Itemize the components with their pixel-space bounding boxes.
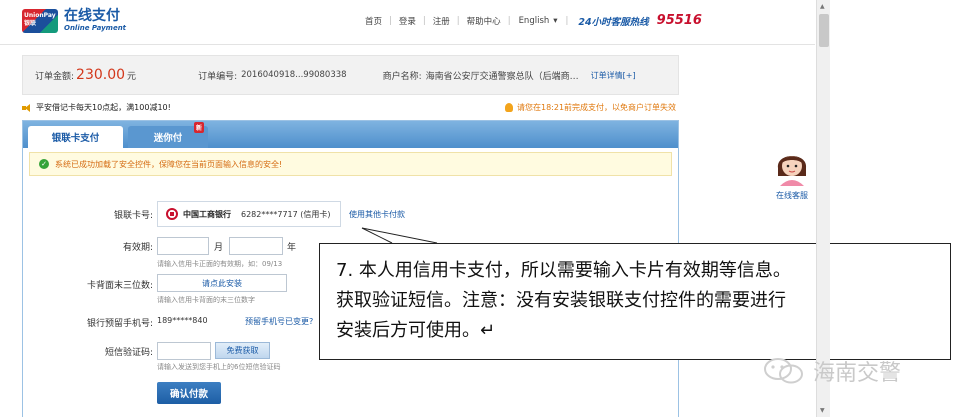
year-unit: 年 [287, 243, 297, 253]
order-summary: 订单金额: 230.00 元 订单编号: 2016040918...990803… [22, 55, 679, 95]
scroll-up-icon[interactable]: ▲ [820, 3, 825, 10]
scroll-down-icon[interactable]: ▼ [820, 407, 825, 414]
deadline-notice: 请您在18:21前完成支付，以免商户订单失效 [505, 102, 676, 113]
order-number: 2016040918...99080338 [241, 70, 347, 80]
online-service[interactable]: 在线客服 [770, 146, 814, 201]
install-control-button[interactable]: 请点此安装 [157, 274, 287, 292]
check-icon: ✓ [39, 159, 49, 169]
unionpay-logo[interactable]: UnionPay 银联 在线支付 Online Payment [22, 8, 126, 34]
promo-notice: 平安借记卡每天10点起，满100减10! [22, 102, 171, 113]
callout-line-2: 获取验证短信。注意：没有安装银联支付控件的需要进行 [336, 290, 786, 311]
currency-unit: 元 [127, 71, 137, 82]
order-number-label: 订单编号: [198, 71, 238, 82]
promo-text: 平安借记卡每天10点起，满100减10! [36, 103, 171, 112]
watermark-text: 海南交警 [813, 361, 902, 386]
callout-line-1: 7. 本人用信用卡支付，所以需要输入卡片有效期等信息。 [336, 260, 791, 281]
chevron-down-icon: ▾ [553, 15, 558, 26]
nav-register[interactable]: 注册 [426, 15, 457, 27]
get-sms-code-button[interactable]: 免费获取 [215, 342, 270, 359]
logo-subtitle: Online Payment [64, 24, 127, 32]
sms-code-input[interactable] [157, 342, 211, 360]
cvv-label: 卡背面末三位数: [86, 281, 153, 291]
card-number-label: 银联卡号: [113, 211, 153, 221]
confirm-payment-button[interactable]: 确认付款 [157, 382, 221, 404]
cvv-hint: 请输入信用卡背面的末三位数字 [157, 296, 255, 304]
deadline-text: 请您在18:21前完成支付，以免商户订单失效 [517, 103, 677, 112]
security-message: ✓ 系统已成功加载了安全控件，保障您在当前页面输入信息的安全! [29, 152, 672, 176]
security-text: 系统已成功加载了安全控件，保障您在当前页面输入信息的安全! [55, 159, 283, 169]
unionpay-badge: UnionPay 银联 [22, 9, 58, 33]
phone-number: 189*****840 [157, 316, 208, 325]
phone-label: 银行预留手机号: [86, 319, 153, 329]
expiry-month-input[interactable] [157, 237, 209, 255]
nav-login[interactable]: 登录 [392, 15, 423, 27]
nav-separator: | [565, 15, 569, 26]
card-number: 6282****7717 (信用卡) [241, 209, 331, 219]
new-badge: 新 [193, 122, 204, 133]
service-label: 在线客服 [776, 191, 808, 200]
header: UnionPay 银联 在线支付 Online Payment 首页 | 登录 … [0, 0, 815, 42]
order-detail-link[interactable]: 订单详情[+] [591, 70, 636, 81]
phone-changed-link[interactable]: 预留手机号已变更? [245, 316, 313, 327]
expiry-label: 有效期: [122, 243, 153, 253]
icbc-logo-icon [166, 208, 178, 220]
use-other-card-link[interactable]: 使用其他卡付款 [349, 209, 405, 220]
top-nav: 首页 | 登录 | 注册 | 帮助中心 | English ▾ | 24小时客服… [358, 13, 702, 28]
language-label: English [518, 15, 550, 26]
nav-home[interactable]: 首页 [358, 15, 389, 27]
watermark: 海南交警 [763, 355, 901, 387]
month-unit: 月 [214, 243, 224, 253]
card-selector[interactable]: 中国工商银行 6282****7717 (信用卡) [157, 201, 341, 227]
hotline-number: 95516 [656, 13, 702, 28]
tab-unionpay-card[interactable]: 银联卡支付 [28, 126, 123, 148]
logo-title: 在线支付 [64, 8, 120, 24]
scroll-thumb[interactable] [819, 14, 829, 47]
tab-mini-label: 迷你付 [153, 133, 183, 144]
lightbulb-icon [505, 103, 513, 112]
payment-tabs: 银联卡支付 迷你付 新 [23, 121, 678, 148]
wechat-icon [763, 356, 805, 386]
tab-mini-pay[interactable]: 迷你付 新 [128, 122, 208, 148]
expiry-hint: 请输入信用卡正面的有效期，如：09/13 [157, 260, 283, 268]
header-divider [0, 44, 815, 45]
service-avatar-icon [774, 146, 810, 186]
sms-hint: 请输入发送到您手机上的6位短信验证码 [157, 363, 281, 371]
order-amount: 230.00 [76, 67, 126, 83]
merchant-label: 商户名称: [382, 71, 422, 82]
bank-name: 中国工商银行 [183, 209, 231, 219]
callout-line-3: 安装后方可使用。↵ [336, 320, 496, 341]
amount-label: 订单金额: [35, 71, 75, 82]
annotation-callout: 7. 本人用信用卡支付，所以需要输入卡片有效期等信息。 获取验证短信。注意：没有… [319, 243, 951, 360]
speaker-icon [22, 103, 32, 112]
nav-help[interactable]: 帮助中心 [460, 15, 508, 27]
merchant-name: 海南省公安厅交通警察总队（后端商… [425, 71, 579, 82]
expiry-year-input[interactable] [229, 237, 283, 255]
hotline-label: 24小时客服热线 [578, 16, 649, 28]
sms-code-label: 短信验证码: [104, 348, 153, 358]
language-selector[interactable]: English ▾ [511, 16, 566, 26]
